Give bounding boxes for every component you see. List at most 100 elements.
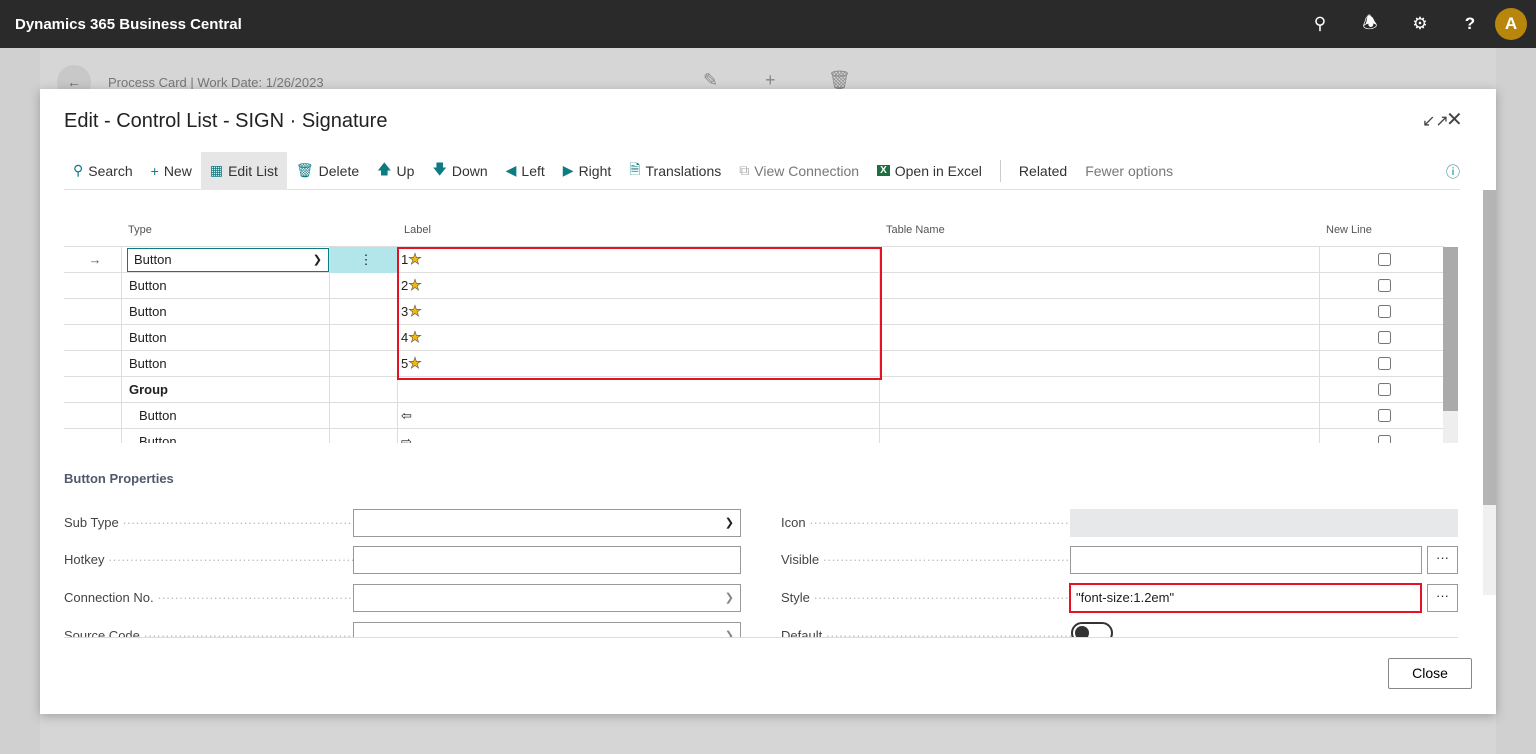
- view-connection-icon: ⧉: [739, 162, 750, 178]
- table-name-cell[interactable]: [880, 299, 1320, 325]
- type-cell[interactable]: Button: [122, 403, 330, 429]
- close-icon[interactable]: ✕: [1446, 107, 1463, 132]
- toolbar-down-button[interactable]: 🡇 Down: [423, 152, 496, 190]
- row-indicator[interactable]: [64, 325, 122, 351]
- toolbar-right-button[interactable]: ▶ Right: [554, 152, 620, 190]
- edit-list-icon: ▦: [209, 162, 224, 178]
- type-cell[interactable]: Group: [122, 377, 330, 403]
- avatar[interactable]: A: [1495, 8, 1527, 40]
- new-line-cell: [1320, 429, 1444, 443]
- new-line-checkbox[interactable]: [1378, 435, 1391, 443]
- section-heading: Button Properties: [64, 471, 174, 486]
- edit-icon[interactable]: ✎: [703, 70, 718, 91]
- table-name-cell[interactable]: [880, 273, 1320, 299]
- field-label: Sub Type: [64, 515, 354, 530]
- source-codefield[interactable]: ❯: [353, 622, 741, 637]
- connection-no-field[interactable]: ❯: [353, 584, 741, 612]
- row-indicator[interactable]: →: [64, 247, 122, 273]
- table-row[interactable]: Button ⇨: [64, 429, 1444, 443]
- table-name-cell[interactable]: [880, 325, 1320, 351]
- new-line-cell: [1320, 325, 1444, 351]
- field-label: Default: [781, 628, 1071, 637]
- assist-edit-button[interactable]: ···: [1427, 546, 1458, 574]
- row-indicator[interactable]: [64, 273, 122, 299]
- toolbar-left-button[interactable]: ◀ Left: [497, 152, 554, 190]
- row-menu-cell[interactable]: [330, 403, 398, 429]
- new-line-checkbox[interactable]: [1378, 305, 1391, 318]
- row-menu-cell[interactable]: [330, 273, 398, 299]
- new-line-checkbox[interactable]: [1378, 409, 1391, 422]
- page-header: Process Card | Work Date: 1/26/2023: [108, 75, 324, 90]
- field-label: Source Code: [64, 628, 354, 637]
- delete-icon[interactable]: 🗑: [828, 70, 851, 91]
- toolbar-button-label: Up: [396, 162, 415, 179]
- dialog-scrollbar[interactable]: [1483, 190, 1496, 595]
- close-button[interactable]: Close: [1388, 658, 1472, 689]
- toolbar-fewer-options-button[interactable]: Fewer options: [1076, 152, 1182, 190]
- new-line-checkbox[interactable]: [1378, 253, 1391, 266]
- label-cell[interactable]: ⇨: [398, 429, 880, 443]
- visible-field[interactable]: [1070, 546, 1422, 574]
- info-icon[interactable]: ⓘ: [1446, 162, 1460, 182]
- toolbar-up-button[interactable]: 🡅 Up: [368, 152, 423, 190]
- row-menu-cell[interactable]: [330, 377, 398, 403]
- column-header-table-name[interactable]: Table Name: [886, 224, 945, 236]
- row-menu-cell[interactable]: [330, 429, 398, 443]
- row-menu-cell[interactable]: [330, 351, 398, 377]
- type-cell[interactable]: Button: [122, 325, 330, 351]
- assist-edit-button[interactable]: ···: [1427, 584, 1458, 612]
- app-title[interactable]: Dynamics 365 Business Central: [15, 16, 242, 33]
- icon-field[interactable]: [1070, 509, 1458, 537]
- table-name-cell[interactable]: [880, 351, 1320, 377]
- collapse-icon[interactable]: ↙↗: [1422, 111, 1449, 131]
- column-header-new-line[interactable]: New Line: [1326, 224, 1372, 236]
- help-icon[interactable]: ?: [1445, 14, 1495, 34]
- row-indicator[interactable]: [64, 351, 122, 377]
- type-cell[interactable]: Button: [122, 299, 330, 325]
- table-name-cell[interactable]: [880, 403, 1320, 429]
- column-header-type[interactable]: Type: [128, 224, 152, 236]
- row-menu-cell[interactable]: ⋮: [330, 247, 398, 273]
- default-toggle[interactable]: [1071, 622, 1113, 637]
- label-cell[interactable]: ⇦: [398, 403, 880, 429]
- toolbar-search-button[interactable]: ⚲ Search: [64, 152, 142, 190]
- toolbar-translations-button[interactable]: 🗎 Translations: [620, 152, 730, 190]
- table-name-cell[interactable]: [880, 247, 1320, 273]
- table-name-cell[interactable]: [880, 377, 1320, 403]
- grid-scrollbar[interactable]: [1443, 247, 1458, 443]
- label-value: ⇦: [401, 408, 412, 423]
- row-menu-cell[interactable]: [330, 325, 398, 351]
- row-indicator[interactable]: [64, 299, 122, 325]
- search-icon[interactable]: ⚲: [1295, 14, 1345, 34]
- table-name-cell[interactable]: [880, 429, 1320, 443]
- toolbar-view-connection-button[interactable]: ⧉ View Connection: [730, 152, 868, 190]
- table-row[interactable]: Group: [64, 377, 1444, 403]
- type-select[interactable]: Button ❯: [127, 248, 329, 272]
- row-indicator[interactable]: [64, 403, 122, 429]
- bell-icon[interactable]: 🕭: [1345, 10, 1395, 39]
- row-indicator[interactable]: [64, 429, 122, 443]
- toolbar-button-label: New: [163, 162, 192, 179]
- row-indicator[interactable]: [64, 377, 122, 403]
- type-cell[interactable]: Button: [122, 273, 330, 299]
- more-vertical-icon[interactable]: ⋮: [360, 252, 373, 267]
- toolbar-edit-list-button[interactable]: ▦ Edit List: [200, 151, 287, 190]
- new-line-checkbox[interactable]: [1378, 357, 1391, 370]
- toolbar-related-button[interactable]: Related: [1010, 152, 1076, 190]
- new-line-checkbox[interactable]: [1378, 331, 1391, 344]
- row-menu-cell[interactable]: [330, 299, 398, 325]
- toolbar-new-button[interactable]: + New: [142, 152, 201, 190]
- toolbar-delete-button[interactable]: 🗑 Delete: [287, 152, 368, 190]
- column-header-label[interactable]: Label: [404, 224, 431, 236]
- sub-typefield[interactable]: ❯: [353, 509, 741, 537]
- type-cell[interactable]: Button: [122, 429, 330, 443]
- label-cell[interactable]: [398, 377, 880, 403]
- toolbar-open-in-excel-button[interactable]: X Open in Excel: [868, 152, 991, 190]
- type-cell[interactable]: Button: [122, 351, 330, 377]
- hotkeyfield[interactable]: [353, 546, 741, 574]
- new-line-checkbox[interactable]: [1378, 383, 1391, 396]
- new-line-checkbox[interactable]: [1378, 279, 1391, 292]
- gear-icon[interactable]: ⚙: [1395, 14, 1445, 34]
- plus-icon[interactable]: +: [765, 70, 776, 91]
- table-row[interactable]: Button ⇦: [64, 403, 1444, 429]
